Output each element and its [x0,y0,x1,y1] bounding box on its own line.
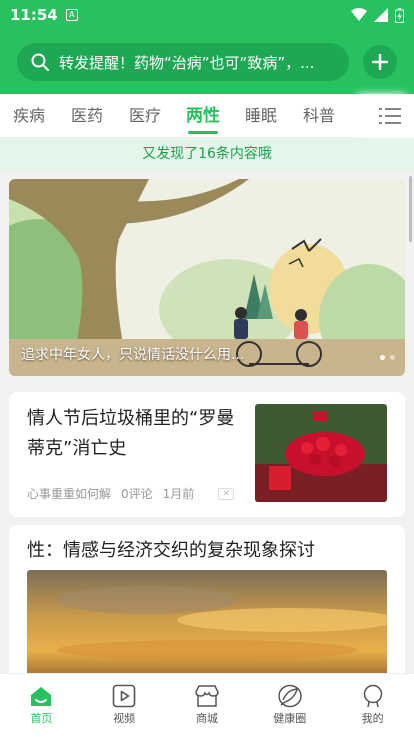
nav-video-label: 视频 [113,712,136,725]
category-tabs: 疾病 医药 医疗 两性 睡眠 科普 运 [0,94,414,138]
dismiss-icon[interactable]: ✕ [218,487,235,500]
nav-home[interactable]: 首页 [0,674,83,737]
status-bar: 11:54 A [0,0,414,30]
article-card[interactable]: 情人节后垃圾桶里的“罗曼蒂克”消亡史 心事重重如何解 0评论 1月前 ✕ [9,392,405,517]
nav-shop[interactable]: 商城 [166,674,249,737]
battery-icon [395,7,404,23]
signal-icon [374,8,388,22]
search-bar[interactable]: 转发提醒！药物“治病”也可“致病”，... [17,43,349,81]
tab-disease[interactable]: 疾病 [0,94,58,138]
menu-icon [379,108,401,124]
status-time: 11:54 [10,6,58,24]
tab-science[interactable]: 科普 [290,94,348,138]
app-notification-icon: A [65,9,78,21]
article-meta: 心事重重如何解 0评论 1月前 ✕ [27,485,235,502]
banner-carousel[interactable]: 追求中年女人，只说情话没什么用... [9,179,405,376]
tab-menu-button[interactable] [366,94,414,138]
banner-caption: 追求中年女人，只说情话没什么用... [21,347,245,363]
refresh-notice: 又发现了16条内容哦 [0,138,414,171]
tab-sexuality[interactable]: 两性 [174,94,232,138]
bottom-navigation: 首页 视频 商城 健康圈 我的 [0,673,414,737]
nav-video[interactable]: 视频 [83,674,166,737]
app-header: 11:54 A 转发提醒！药物“治病”也可“致病”，... [0,0,414,94]
nav-profile-label: 我的 [361,712,384,725]
article-source: 心事重重如何解 [27,487,112,501]
nav-home-label: 首页 [30,712,53,725]
carousel-dot-active [380,355,385,360]
tab-medical[interactable]: 医疗 [116,94,174,138]
carousel-dot [390,355,395,360]
search-suggestion-text: 转发提醒！药物“治病”也可“致病”，... [59,53,315,72]
video-icon [112,684,136,708]
plus-icon [372,54,388,70]
article-title: 性：情感与经济交织的复杂现象探讨 [27,540,315,561]
tab-sleep[interactable]: 睡眠 [232,94,290,138]
article-time: 1月前 [162,487,195,501]
home-icon [31,687,52,706]
article-comments: 0评论 [121,487,153,501]
article-card[interactable]: 性：情感与经济交织的复杂现象探讨 [9,525,405,673]
shop-icon [195,685,219,707]
tab-medicine[interactable]: 医药 [58,94,116,138]
article-title: 情人节后垃圾桶里的“罗曼蒂克”消亡史 [27,408,235,459]
status-icons [351,7,404,23]
profile-icon [363,684,382,708]
scrollbar[interactable] [409,176,412,242]
carousel-dots [380,355,395,360]
feed[interactable]: 追求中年女人，只说情话没什么用... 情人节后垃圾桶里的“罗曼蒂克”消亡史 心事… [0,171,414,673]
wifi-icon [351,8,367,21]
article-thumbnail [255,404,387,502]
nav-health-circle-label: 健康圈 [273,712,307,725]
nav-health-circle[interactable]: 健康圈 [248,674,331,737]
nav-profile[interactable]: 我的 [331,674,414,737]
health-circle-icon [278,684,302,708]
article-image [27,570,387,673]
add-button[interactable] [363,45,397,79]
search-icon [31,53,49,71]
nav-shop-label: 商城 [195,712,218,725]
